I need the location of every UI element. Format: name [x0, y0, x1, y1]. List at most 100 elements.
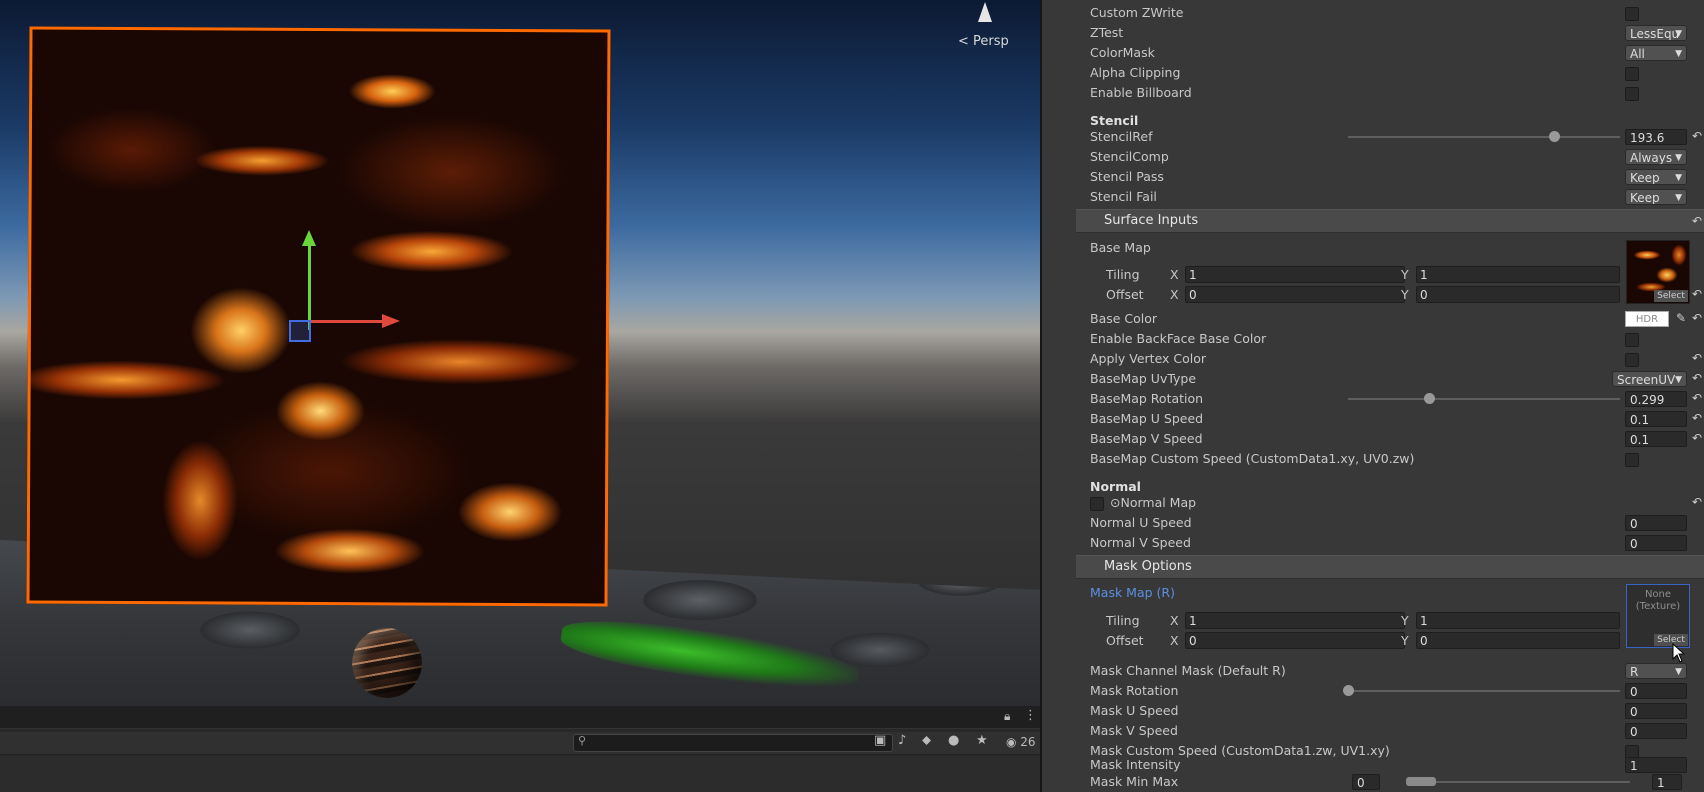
reset-icon[interactable]: ↶ — [1692, 351, 1702, 365]
base-offset-x-field[interactable]: 0 — [1185, 286, 1405, 303]
reset-icon[interactable]: ↶ — [1692, 411, 1702, 425]
reset-icon[interactable]: ↶ — [1692, 129, 1702, 143]
mask-channel-row: Mask Channel Mask (Default R) R ▼ — [1042, 661, 1704, 681]
hidden-count[interactable]: ◉ 26 — [1006, 735, 1036, 749]
audio-icon[interactable]: ♪ — [898, 733, 906, 748]
base-offset-y-field[interactable]: 0 — [1416, 286, 1620, 303]
stencil-ref-slider-knob[interactable] — [1548, 131, 1560, 142]
colormask-label: ColorMask — [1090, 45, 1155, 60]
base-tiling-y-field[interactable]: 1 — [1416, 266, 1620, 283]
mask-tiling-label: Tiling — [1106, 613, 1140, 628]
mask-rotation-row: Mask Rotation 0 — [1042, 681, 1704, 701]
basemap-u-speed-label: BaseMap U Speed — [1090, 411, 1204, 426]
kebab-menu-icon[interactable]: ⋮ — [1024, 708, 1037, 723]
move-gizmo-plane-handle[interactable] — [289, 320, 311, 342]
mask-map-row: Mask Map (R) — [1042, 583, 1704, 603]
eyedropper-icon[interactable]: ✎ — [1676, 311, 1686, 325]
colormask-dropdown[interactable]: All ▼ — [1625, 45, 1687, 61]
reset-icon[interactable]: ↶ — [1692, 287, 1702, 301]
mask-max-field[interactable]: 1 — [1652, 774, 1682, 790]
mask-rotation-field[interactable]: 0 — [1625, 683, 1687, 699]
project-search-input[interactable] — [573, 734, 893, 752]
stencil-fail-dropdown[interactable]: Keep ▼ — [1625, 189, 1687, 205]
mask-offset-y-field[interactable]: 0 — [1416, 632, 1620, 649]
persp-toggle[interactable]: < Persp — [958, 34, 1009, 49]
base-map-select-button[interactable]: Select — [1654, 290, 1688, 302]
base-color-label: Base Color — [1090, 311, 1158, 326]
tag-icon[interactable]: ⬥ — [922, 733, 931, 748]
dropdown-arrow-icon: ▼ — [1675, 375, 1682, 385]
normal-u-speed-field[interactable]: 0 — [1625, 515, 1687, 531]
stencil-ref-label: StencilRef — [1090, 129, 1153, 144]
mask-channel-dropdown[interactable]: R ▼ — [1625, 663, 1687, 679]
reset-icon[interactable]: ↶ — [1692, 371, 1702, 385]
move-gizmo-y-axis[interactable] — [308, 244, 311, 330]
scene-filter-icon[interactable]: ▣ — [874, 733, 886, 748]
error-icon[interactable]: ● — [948, 733, 959, 748]
mask-u-speed-field[interactable]: 0 — [1625, 703, 1687, 719]
lock-icon[interactable]: 🔒︎ — [1004, 709, 1010, 724]
reset-icon[interactable]: ↶ — [1692, 311, 1702, 325]
enable-backface-row: Enable BackFace Base Color — [1042, 329, 1704, 349]
mask-v-speed-field[interactable]: 0 — [1625, 723, 1687, 739]
basemap-rotation-slider-track[interactable] — [1348, 398, 1620, 400]
apply-vertex-checkbox[interactable] — [1625, 353, 1639, 367]
lava-texture-quad[interactable] — [26, 26, 611, 607]
stencil-comp-dropdown[interactable]: Always ▼ — [1625, 149, 1687, 165]
mask-offset-y-label: Y — [1401, 633, 1409, 648]
normal-header-label: Normal — [1090, 479, 1141, 494]
base-color-swatch[interactable]: HDR — [1625, 311, 1669, 327]
ztest-value: LessEqu — [1630, 27, 1680, 41]
preview-sphere[interactable] — [352, 628, 422, 698]
mask-offset-x-field[interactable]: 0 — [1185, 632, 1405, 649]
uvtype-dropdown[interactable]: ScreenUV ▼ — [1612, 371, 1687, 387]
base-tiling-row: Tiling X 1 Y 1 — [1042, 265, 1704, 285]
mask-tiling-y-label: Y — [1401, 613, 1409, 628]
reset-icon[interactable]: ↶ — [1692, 495, 1702, 509]
alpha-clipping-checkbox[interactable] — [1625, 67, 1639, 81]
stencil-pass-dropdown[interactable]: Keep ▼ — [1625, 169, 1687, 185]
dropdown-arrow-icon: ▼ — [1675, 173, 1682, 183]
enable-billboard-checkbox[interactable] — [1625, 87, 1639, 101]
normal-map-checkbox[interactable] — [1090, 497, 1104, 511]
move-gizmo-x-arrow-icon[interactable] — [382, 314, 400, 328]
mask-tiling-x-field[interactable]: 1 — [1185, 612, 1405, 629]
move-gizmo-y-arrow-icon[interactable] — [302, 230, 316, 246]
normal-v-speed-field[interactable]: 0 — [1625, 535, 1687, 551]
normal-u-speed-row: Normal U Speed 0 — [1042, 513, 1704, 533]
mask-intensity-field[interactable]: 1 — [1625, 757, 1687, 773]
normal-map-row: ⊙Normal Map ↶ — [1042, 493, 1704, 513]
mask-rotation-slider-track[interactable] — [1348, 690, 1620, 692]
reset-icon[interactable]: ↶ — [1692, 214, 1702, 228]
stencil-ref-slider-track[interactable] — [1348, 136, 1620, 138]
basemap-v-speed-field[interactable]: 0.1 — [1625, 431, 1687, 447]
ztest-row: ZTest LessEqu ▼ — [1042, 23, 1704, 43]
stencil-ref-field[interactable]: 193.6 — [1625, 129, 1687, 145]
persp-cone-icon[interactable] — [978, 2, 992, 22]
reset-icon[interactable]: ↶ — [1692, 431, 1702, 445]
scene-view[interactable]: < Persp — [0, 0, 1040, 706]
basemap-rotation-slider-knob[interactable] — [1424, 393, 1436, 404]
surface-inputs-foldout[interactable]: Surface Inputs — [1076, 209, 1704, 233]
ztest-dropdown[interactable]: LessEqu ▼ — [1625, 25, 1687, 41]
basemap-u-speed-field[interactable]: 0.1 — [1625, 411, 1687, 427]
mask-tiling-y-field[interactable]: 1 — [1416, 612, 1620, 629]
uvtype-row: BaseMap UvType ScreenUV ▼ ↶ — [1042, 369, 1704, 389]
reset-icon[interactable]: ↶ — [1692, 391, 1702, 405]
project-content-area[interactable] — [0, 756, 1040, 792]
star-icon[interactable]: ★ — [976, 733, 988, 748]
normal-u-speed-label: Normal U Speed — [1090, 515, 1192, 530]
enable-backface-checkbox[interactable] — [1625, 333, 1639, 347]
base-tiling-x-field[interactable]: 1 — [1185, 266, 1405, 283]
mask-minmax-range-handle[interactable] — [1406, 777, 1436, 786]
mask-rotation-slider-knob[interactable] — [1343, 685, 1354, 696]
basemap-custom-speed-checkbox[interactable] — [1625, 453, 1639, 467]
move-gizmo-x-axis[interactable] — [310, 320, 384, 323]
basemap-rotation-field[interactable]: 0.299 — [1625, 391, 1687, 407]
mask-offset-x-label: X — [1170, 633, 1179, 648]
mask-options-foldout[interactable]: Mask Options — [1076, 555, 1704, 579]
custom-zwrite-checkbox[interactable] — [1625, 7, 1639, 21]
mask-min-field[interactable]: 0 — [1352, 774, 1380, 790]
mask-map-label: Mask Map (R) — [1090, 585, 1175, 600]
mask-minmax-slider-track[interactable] — [1406, 781, 1630, 783]
